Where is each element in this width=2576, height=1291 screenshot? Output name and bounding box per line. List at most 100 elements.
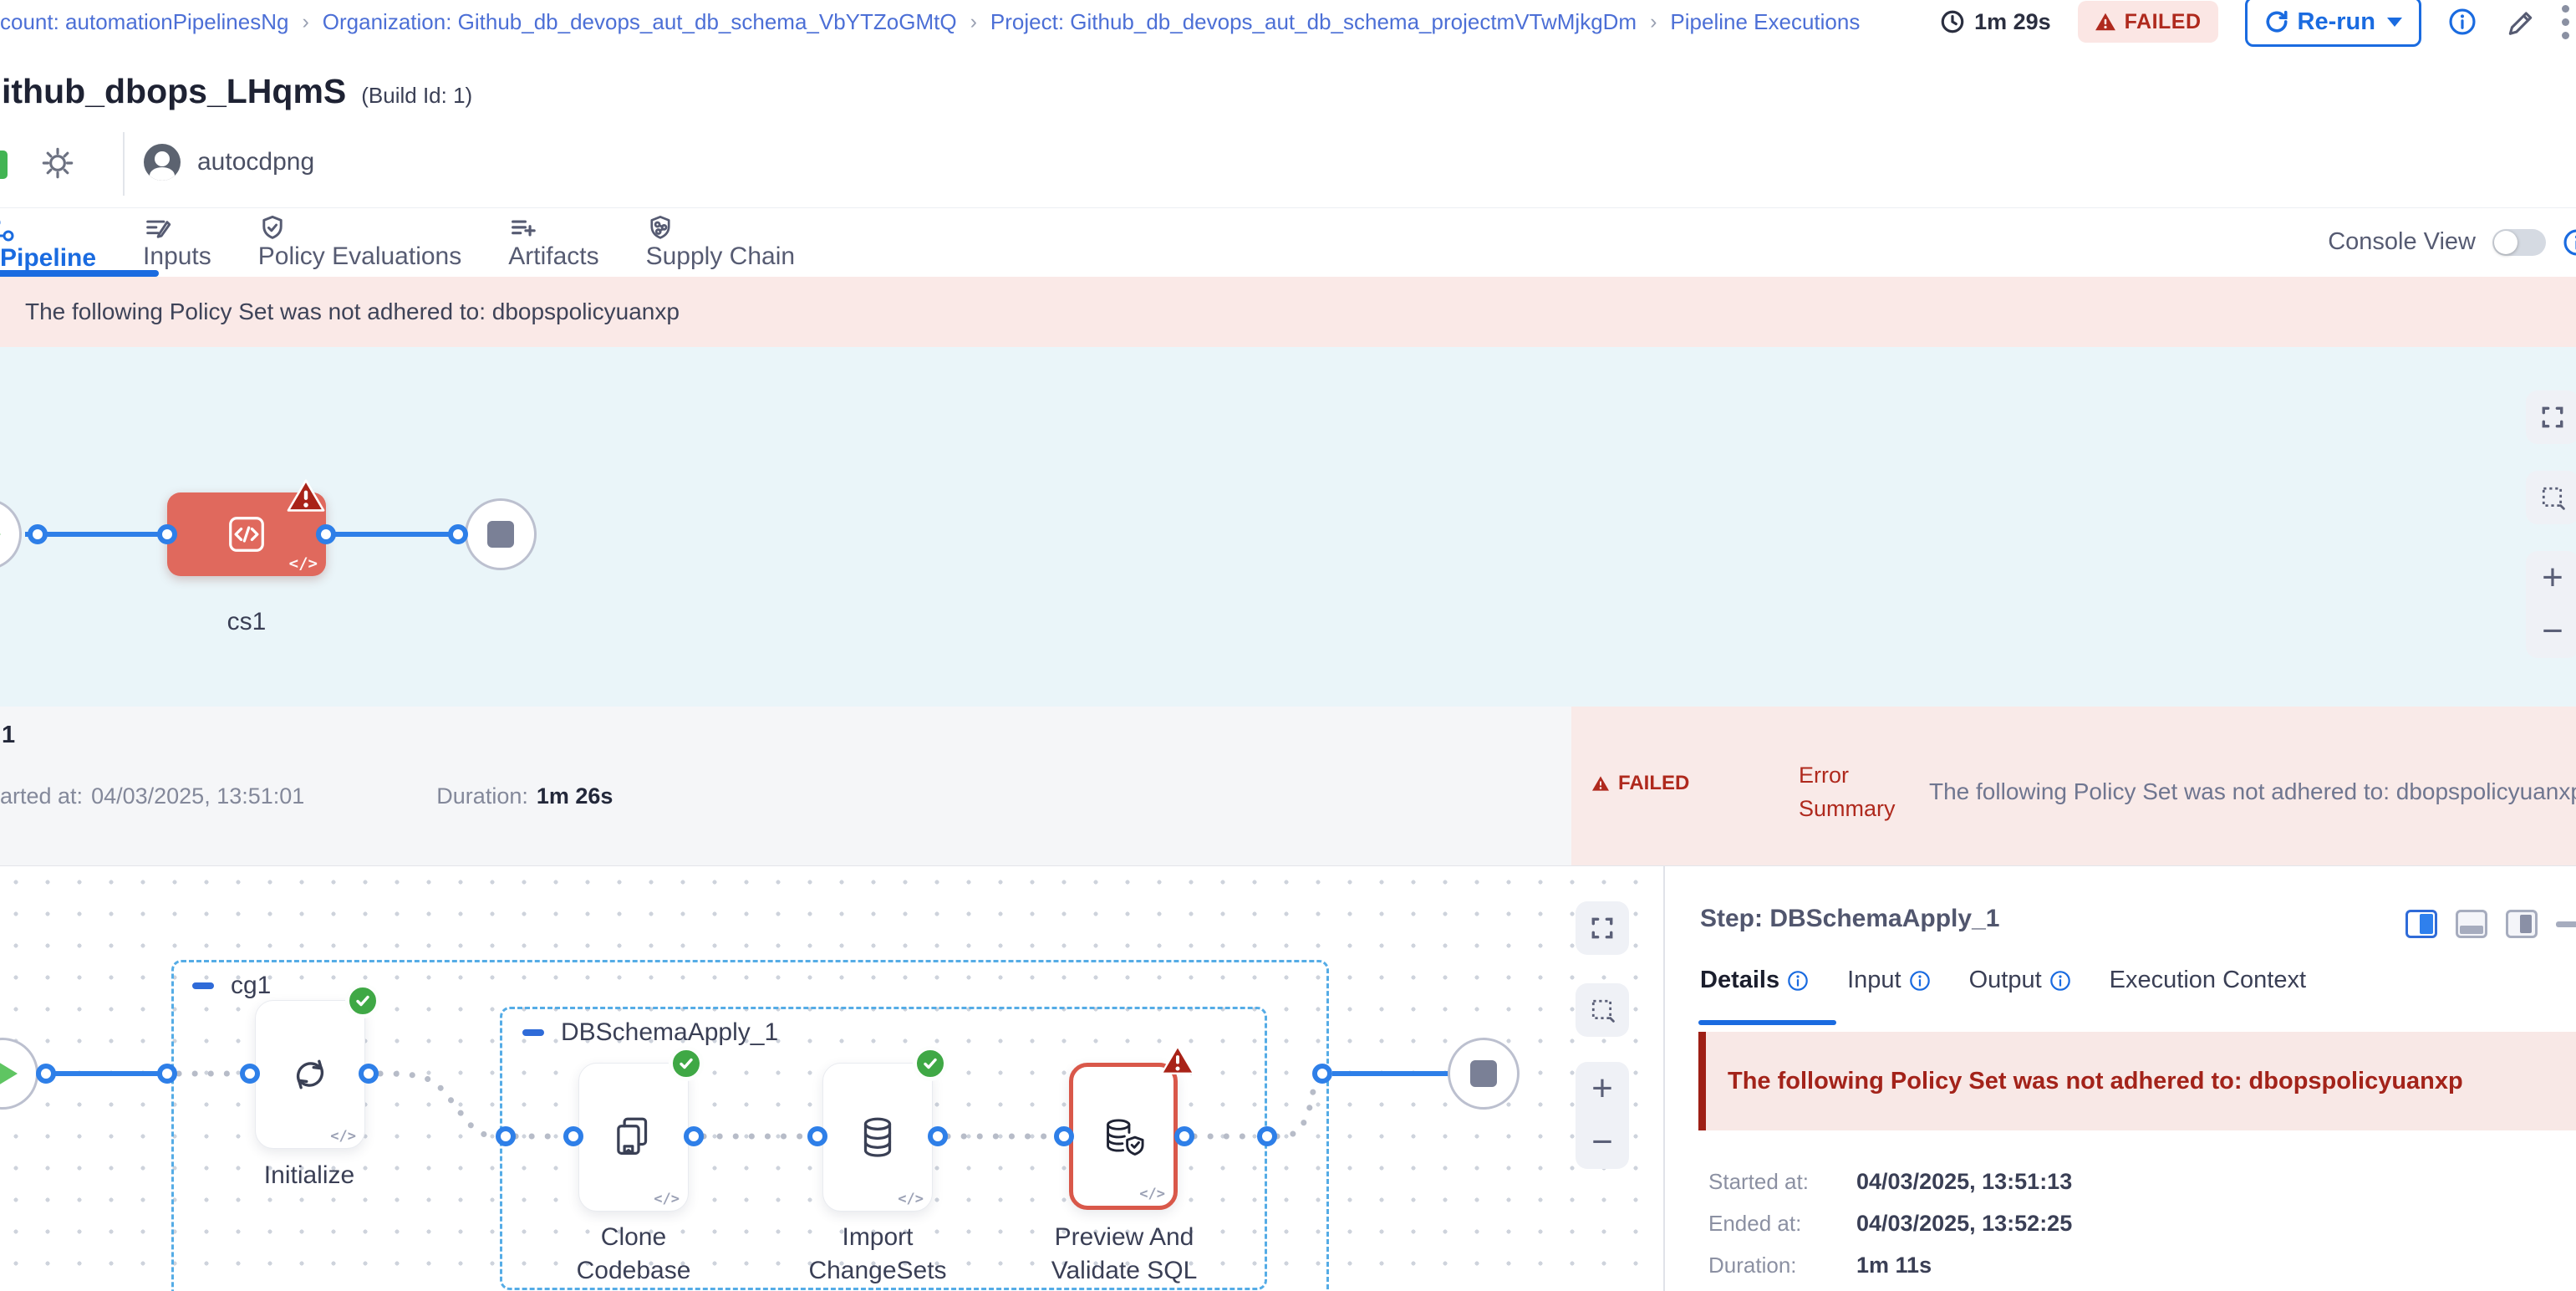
chevron-right-icon: › bbox=[1650, 10, 1657, 34]
policy-banner-text: The following Policy Set was not adhered… bbox=[25, 277, 680, 347]
layout-bottom-panel-icon[interactable] bbox=[2456, 910, 2487, 938]
tab-policy-evaluations[interactable]: Policy Evaluations bbox=[258, 214, 461, 271]
console-view-control: Console View bbox=[2328, 208, 2576, 276]
success-badge-icon bbox=[669, 1046, 704, 1081]
tab-artifacts[interactable]: Artifacts bbox=[508, 214, 598, 271]
step-node-import-changesets[interactable]: </> bbox=[822, 1063, 933, 1212]
fail-status: FAILED bbox=[1591, 772, 1689, 795]
rerun-button[interactable]: Re-run bbox=[2245, 0, 2421, 47]
connector-port bbox=[36, 1064, 56, 1084]
stage-times: arted at: 04/03/2025, 13:51:01 Duration:… bbox=[0, 783, 613, 809]
detail-row-started: Started at: 04/03/2025, 13:51:13 bbox=[1708, 1169, 1834, 1195]
minimize-panel-icon[interactable] bbox=[2556, 921, 2576, 927]
stage-end-node bbox=[465, 498, 537, 570]
tab-pipeline[interactable]: Pipeline bbox=[0, 212, 96, 273]
code-glyph: </> bbox=[289, 554, 318, 573]
started-at-value: 04/03/2025, 13:51:01 bbox=[91, 783, 304, 809]
breadcrumb-organization[interactable]: Organization: Github_db_devops_aut_db_sc… bbox=[323, 9, 957, 35]
success-badge-icon bbox=[913, 1046, 948, 1081]
step-label-clone-codebase: Clone Codebase bbox=[542, 1221, 725, 1288]
detail-row-ended: Ended at: 04/03/2025, 13:52:25 bbox=[1708, 1211, 1834, 1237]
detail-label: Ended at: bbox=[1708, 1211, 1834, 1237]
initialize-icon bbox=[286, 1050, 334, 1099]
step-details-panel: Step: DBSchemaApply_1 Details Input bbox=[1663, 866, 2576, 1291]
detail-value: 1m 11s bbox=[1856, 1253, 1932, 1278]
detail-label: Started at: bbox=[1708, 1169, 1834, 1195]
console-view-toggle[interactable] bbox=[2492, 229, 2546, 256]
stage-error-strip: FAILED Error Summary The following Polic… bbox=[1571, 707, 2576, 865]
stage-summary-bar: 1 arted at: 04/03/2025, 13:51:01 Duratio… bbox=[0, 707, 2576, 865]
success-badge-icon bbox=[345, 983, 380, 1018]
pipeline-execution-screen: count: automationPipelinesNg › Organizat… bbox=[0, 0, 2576, 1291]
step-node-clone-codebase[interactable]: </> bbox=[578, 1063, 689, 1212]
execution-end-node bbox=[1448, 1038, 1520, 1110]
connector-port bbox=[807, 1126, 827, 1146]
breadcrumb-project[interactable]: Project: Github_db_devops_aut_db_schema_… bbox=[990, 9, 1637, 35]
play-icon bbox=[0, 520, 1, 549]
breadcrumb-pipeline-executions[interactable]: Pipeline Executions bbox=[1670, 9, 1860, 35]
panel-tab-input[interactable]: Input bbox=[1847, 967, 1931, 994]
step-label-preview-validate-sql: Preview And Validate SQL bbox=[1016, 1221, 1233, 1288]
info-icon bbox=[1787, 970, 1809, 992]
console-view-label: Console View bbox=[2328, 228, 2476, 256]
connector-port bbox=[448, 524, 468, 544]
pipeline-header: ithub_dbops_LHqmS (Build Id: 1) bbox=[2, 72, 472, 111]
detail-label: Duration: bbox=[1708, 1253, 1834, 1278]
tab-supply-chain[interactable]: Supply Chain bbox=[646, 214, 795, 271]
tab-inputs-label: Inputs bbox=[143, 242, 211, 270]
code-glyph: </> bbox=[654, 1191, 680, 1207]
module-badge bbox=[0, 151, 8, 179]
panel-tab-output[interactable]: Output bbox=[1969, 967, 2071, 994]
panel-tab-execution-context[interactable]: Execution Context bbox=[2110, 967, 2306, 994]
connector-port bbox=[684, 1126, 704, 1146]
tab-pipeline-label: Pipeline bbox=[0, 244, 96, 272]
active-tab-underline bbox=[0, 270, 159, 277]
layout-right-panel-icon[interactable] bbox=[2506, 910, 2538, 938]
tab-supply-chain-label: Supply Chain bbox=[646, 242, 795, 270]
connector-port bbox=[1312, 1064, 1332, 1084]
gear-icon[interactable] bbox=[38, 144, 77, 182]
stop-icon bbox=[487, 521, 514, 548]
caret-down-icon bbox=[2387, 18, 2402, 27]
top-actions: 1m 29s FAILED Re-run bbox=[1939, 0, 2569, 43]
connector-port bbox=[1174, 1126, 1194, 1146]
supply-chain-icon bbox=[646, 214, 795, 242]
tab-policy-evaluations-label: Policy Evaluations bbox=[258, 242, 461, 270]
stage-tab[interactable]: 1 bbox=[2, 722, 15, 749]
info-icon[interactable] bbox=[2448, 8, 2477, 36]
info-icon bbox=[2049, 970, 2071, 992]
tab-inputs[interactable]: Inputs bbox=[143, 214, 211, 271]
started-at-label: arted at: bbox=[0, 783, 83, 809]
shield-check-icon bbox=[258, 214, 461, 242]
tabs: Pipeline Inputs Policy Evaluations bbox=[0, 208, 795, 276]
status-badge-label: FAILED bbox=[2125, 10, 2202, 34]
connector-port bbox=[1257, 1126, 1277, 1146]
top-bar: count: automationPipelinesNg › Organizat… bbox=[0, 0, 2576, 43]
info-icon[interactable] bbox=[2563, 228, 2576, 257]
detail-value: 04/03/2025, 13:52:25 bbox=[1856, 1211, 2072, 1237]
stage-graph-canvas[interactable]: </> cs1 + − bbox=[0, 347, 2576, 707]
connector-port bbox=[563, 1126, 583, 1146]
pipeline-icon bbox=[0, 214, 96, 244]
code-glyph: </> bbox=[330, 1128, 356, 1145]
chevron-right-icon: › bbox=[302, 10, 308, 34]
failed-badge-icon bbox=[286, 477, 326, 514]
artifacts-icon bbox=[508, 214, 598, 242]
inputs-icon bbox=[143, 214, 211, 242]
connector-port bbox=[1054, 1126, 1074, 1146]
step-node-preview-validate-sql[interactable]: </> bbox=[1069, 1063, 1178, 1210]
step-error-box: The following Policy Set was not adhered… bbox=[1698, 1032, 2576, 1130]
more-options-icon[interactable] bbox=[2562, 5, 2569, 39]
layout-split-right-icon[interactable] bbox=[2405, 910, 2437, 938]
stop-icon bbox=[1470, 1060, 1497, 1087]
step-graph-canvas[interactable]: cg1 DBSchemaApply_1 bbox=[0, 866, 1663, 1291]
username: autocdpng bbox=[197, 148, 314, 176]
breadcrumb-account[interactable]: count: automationPipelinesNg bbox=[0, 9, 288, 35]
import-changesets-icon bbox=[853, 1113, 902, 1161]
panel-tab-details[interactable]: Details bbox=[1700, 967, 1809, 994]
edit-pencil-icon[interactable] bbox=[2503, 6, 2535, 38]
step-node-initialize[interactable]: </> bbox=[255, 1000, 365, 1149]
step-panel-title: Step: DBSchemaApply_1 bbox=[1700, 905, 1999, 933]
connector-port bbox=[28, 524, 48, 544]
active-panel-tab-underline bbox=[1698, 1020, 1836, 1025]
